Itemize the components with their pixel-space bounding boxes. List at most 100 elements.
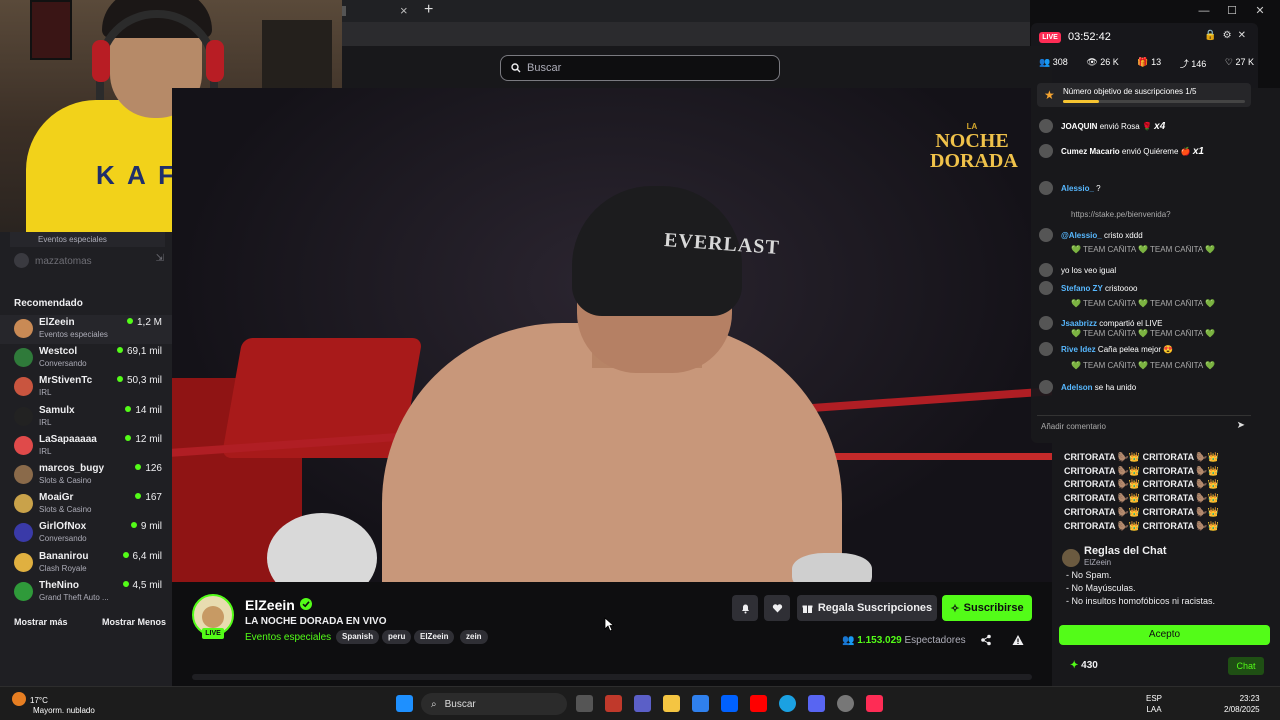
youtube-icon[interactable]: [750, 695, 767, 712]
sidebar-item-label: LaSapaaaaa: [39, 433, 97, 445]
accept-rules-button[interactable]: Acepto: [1059, 625, 1270, 645]
maximize-icon[interactable]: ☐: [1218, 4, 1246, 17]
share-icon[interactable]: [980, 634, 992, 646]
discord-icon[interactable]: [808, 695, 825, 712]
settings-icon[interactable]: ⚙: [1223, 30, 1238, 41]
chat-username[interactable]: Jsaabrizz: [1061, 319, 1097, 328]
address-bar[interactable]: [342, 22, 1030, 46]
close-tab-icon[interactable]: ×: [400, 3, 408, 18]
tag-spanish[interactable]: Spanish: [336, 630, 380, 644]
tag-zein[interactable]: zein: [460, 630, 488, 644]
lang-layout: LAA: [1146, 705, 1162, 714]
sub-goal: ★ Número objetivo de suscripciones 1/5: [1037, 83, 1251, 107]
chat-text: envió Rosa: [1099, 122, 1140, 131]
event-logo: LA NOCHE DORADA: [930, 122, 1018, 172]
chat-username[interactable]: Cumez Macario: [1061, 147, 1120, 156]
sidebar-item-lasapaaaaa[interactable]: LaSapaaaaa IRL 12 mil: [0, 432, 172, 461]
tag-elzeein[interactable]: ElZeein: [414, 630, 455, 644]
new-tab-icon[interactable]: +: [424, 1, 433, 19]
show-less-link[interactable]: Mostrar Menos: [102, 617, 166, 627]
close-overlay-icon[interactable]: ✕: [1238, 30, 1252, 41]
chat-username[interactable]: @Alessio_: [1061, 231, 1102, 240]
chat-username[interactable]: Adelson: [1061, 383, 1093, 392]
sidebar-item-elzeein[interactable]: ElZeein Eventos especiales 1,2 M: [0, 315, 172, 344]
channel-points[interactable]: ✦ 430: [1070, 660, 1098, 671]
stream-category[interactable]: Eventos especiales: [245, 632, 331, 643]
subscribe-button[interactable]: ✧ Suscribirse: [942, 595, 1032, 621]
tag-peru[interactable]: peru: [382, 630, 412, 644]
star-icon: ✧: [950, 602, 960, 615]
tiktok-icon[interactable]: [866, 695, 883, 712]
gift-icon: [802, 605, 813, 613]
chat-username[interactable]: Rive Idez: [1061, 345, 1096, 354]
chat-username[interactable]: Stefano ZY: [1061, 284, 1103, 293]
avatar: [1039, 281, 1053, 295]
gift-subs-button[interactable]: Regala Suscripciones: [797, 595, 937, 621]
dropbox-icon[interactable]: [721, 695, 738, 712]
avatar: [14, 494, 33, 514]
recommended-title: Recomendado: [14, 298, 83, 309]
language-indicator[interactable]: ESP LAA: [1146, 693, 1162, 715]
sidebar-item-samulx[interactable]: Samulx IRL 14 mil: [0, 403, 172, 432]
event-logo-name: NOCHE DORADA: [930, 130, 1018, 172]
task-view-icon[interactable]: [576, 695, 593, 712]
obs-icon[interactable]: [837, 695, 854, 712]
notification-button[interactable]: [732, 595, 758, 621]
report-icon[interactable]: [1012, 634, 1024, 646]
subscribe-label: Suscribirse: [963, 602, 1024, 614]
weather-desc: Mayorm. nublado: [33, 706, 95, 715]
browser-tab-bar: × +: [342, 0, 1030, 22]
points-value: 430: [1081, 660, 1098, 671]
tiktok-chat-message: Jsaabrizz compartió el LIVE: [1039, 316, 1251, 330]
sidebar-item-moaigr[interactable]: MoaiGr Slots & Casino 167: [0, 490, 172, 519]
sidebar-item-label: MoaiGr: [39, 492, 74, 504]
chat-text: 💚 TEAM CAÑITA 💚 TEAM CAÑITA 💚: [1071, 245, 1215, 254]
stream-title: LA NOCHE DORADA EN VIVO: [245, 616, 387, 627]
minimize-icon[interactable]: —: [1190, 5, 1218, 17]
tab-stub[interactable]: [342, 6, 346, 16]
weather-widget[interactable]: 17°C Mayorm. nublado: [12, 692, 95, 715]
teams-icon[interactable]: [634, 695, 651, 712]
sidebar-item-category[interactable]: Eventos especiales: [10, 232, 165, 247]
app-icon-red[interactable]: [605, 695, 622, 712]
chat-message: CRITORATA 🦫👑 CRITORATA 🦫👑: [1064, 465, 1219, 476]
taskbar-search[interactable]: ⌕ Buscar: [421, 693, 567, 715]
sidebar-item-label: TheNino: [39, 579, 79, 591]
tiktok-live-panel[interactable]: LIVE 03:52:42 🔒⚙✕ 👥 308 👁 26 K 🎁 13 ⤴ 14…: [1031, 23, 1258, 443]
sidebar-item-category: Conversando: [39, 359, 87, 369]
channel-name[interactable]: ElZeein: [245, 597, 295, 613]
file-explorer-icon[interactable]: [663, 695, 680, 712]
store-icon[interactable]: [692, 695, 709, 712]
sidebar-item-girlofnox[interactable]: GirlOfNox Conversando 9 mil: [0, 519, 172, 548]
windows-start-icon[interactable]: [396, 695, 413, 712]
clock-date: 2/08/2025: [1224, 705, 1260, 714]
edge-icon[interactable]: [779, 695, 796, 712]
sidebar-item-marcos_bugy[interactable]: marcos_bugy Slots & Casino 126: [0, 461, 172, 490]
search-input[interactable]: [527, 62, 757, 74]
follow-button[interactable]: [764, 595, 790, 621]
rule-item: - No insultos homofóbicos ni racistas.: [1066, 596, 1216, 606]
chat-send-button[interactable]: Chat: [1228, 657, 1264, 675]
chat-username[interactable]: Alessio_: [1061, 184, 1094, 193]
comment-input[interactable]: Añadir comentario ➤: [1037, 415, 1251, 435]
sidebar-item-category: IRL: [39, 388, 52, 398]
sidebar-item-bananirou[interactable]: Bananirou Clash Royale 6,4 mil: [0, 549, 172, 578]
system-clock[interactable]: 23:23 2/08/2025: [1224, 693, 1260, 715]
sidebar-item-westcol[interactable]: Westcol Conversando 69,1 mil: [0, 344, 172, 373]
avatar: [1039, 316, 1053, 330]
send-icon[interactable]: ➤: [1237, 420, 1245, 431]
show-more-link[interactable]: Mostrar más: [14, 617, 68, 627]
video-player[interactable]: EVERLAST LA NOCHE DORADA: [172, 88, 1052, 582]
sidebar-item-viewers: 1,2 M: [127, 317, 162, 328]
search-icon: ⌕: [431, 698, 437, 710]
sidebar-item-mrstiventc[interactable]: MrStivenTc IRL 50,3 mil: [0, 373, 172, 402]
chat-username[interactable]: JOAQUIN: [1061, 122, 1097, 131]
rule-item: - No Spam.: [1066, 570, 1112, 580]
sidebar-item-offline[interactable]: mazzatomas ⇲: [14, 253, 164, 268]
sidebar-item-label: mazzatomas: [35, 256, 92, 267]
lock-icon[interactable]: 🔒: [1204, 30, 1222, 41]
search-bar[interactable]: [500, 55, 780, 81]
close-window-icon[interactable]: ✕: [1246, 4, 1274, 17]
sidebar-item-thenino[interactable]: TheNino Grand Theft Auto ... 4,5 mil: [0, 578, 172, 607]
weather-icon: [12, 692, 26, 706]
